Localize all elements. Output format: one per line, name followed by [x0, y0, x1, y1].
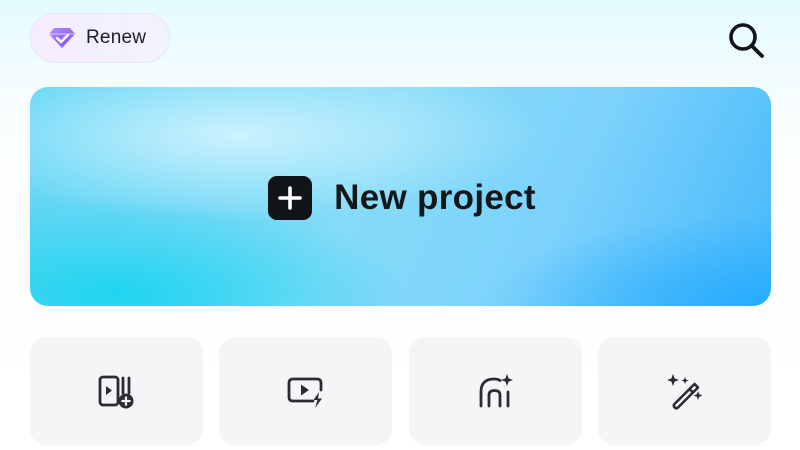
- ai-avatar-icon: [479, 374, 513, 408]
- magic-wand-tile[interactable]: [598, 337, 771, 445]
- plus-icon: [268, 175, 313, 220]
- quick-video-tile[interactable]: [219, 337, 392, 445]
- quick-video-icon: [287, 377, 322, 408]
- new-project-button[interactable]: New project: [30, 87, 771, 306]
- search-icon: [729, 23, 764, 58]
- renew-button[interactable]: Renew: [30, 13, 170, 63]
- add-clip-tile[interactable]: [30, 337, 203, 445]
- add-clip-icon: [98, 375, 133, 409]
- renew-label: Renew: [86, 27, 147, 48]
- magic-wand-icon: [666, 374, 702, 410]
- search-button[interactable]: [724, 18, 768, 62]
- tool-tiles: [30, 337, 772, 445]
- new-project-label: New project: [334, 177, 536, 217]
- new-project-content: New project: [268, 175, 536, 220]
- ai-avatar-tile[interactable]: [409, 337, 582, 445]
- gem-icon: [49, 28, 75, 48]
